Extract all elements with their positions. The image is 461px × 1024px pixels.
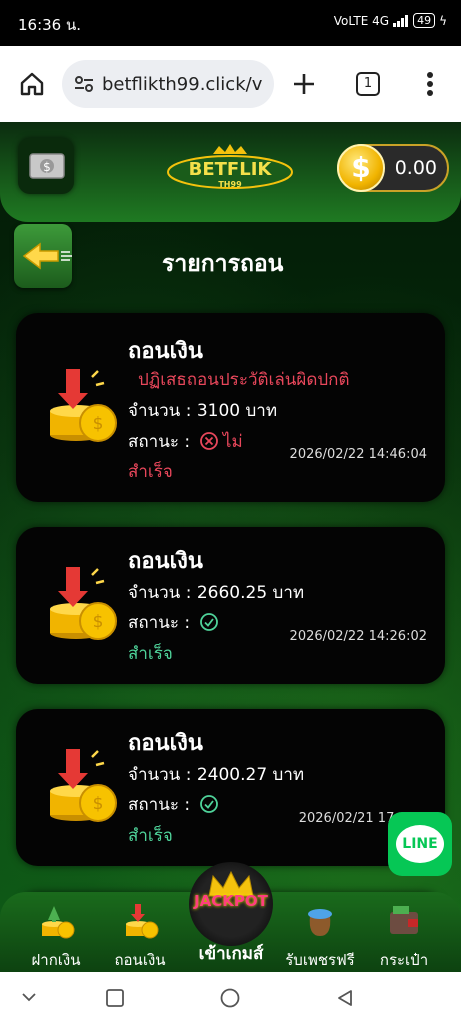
jackpot-text: JACKPOT xyxy=(194,892,268,910)
browser-toolbar: betflikth99.click/v 1 xyxy=(0,46,461,122)
svg-text:TH99: TH99 xyxy=(218,180,242,189)
new-tab-icon[interactable] xyxy=(292,72,316,96)
card-title: ถอนเงิน xyxy=(128,549,203,574)
system-navigation-bar xyxy=(0,972,461,1024)
jackpot-icon: JACKPOT xyxy=(189,862,273,946)
withdraw-coins-icon: $ xyxy=(50,369,117,442)
status-text: สำเร็จ xyxy=(128,644,173,664)
nav-enter-game[interactable]: JACKPOT เข้าเกมส์ xyxy=(186,862,276,972)
withdrawal-card[interactable]: $ ถอนเงิน ปฏิเสธถอนประวัติเล่นผิดปกติ จำ… xyxy=(16,313,445,502)
back-triangle-icon[interactable] xyxy=(336,989,354,1007)
card-title: ถอนเงิน xyxy=(128,731,203,756)
back-button[interactable] xyxy=(14,224,72,288)
status-indicators: VoLTE 4G 49 ϟ xyxy=(334,13,447,28)
nav-wallet[interactable]: กระเป๋า xyxy=(364,896,444,972)
withdraw-coins-icon: $ xyxy=(50,567,117,640)
card-title: ถอนเงิน xyxy=(128,339,203,364)
nav-withdraw-label: ถอนเงิน xyxy=(114,951,166,969)
diamond-bag-icon xyxy=(308,909,332,936)
url-text: betflikth99.click/v xyxy=(102,74,263,95)
withdraw-coins-icon: $ xyxy=(50,749,117,822)
balance-amount: 0.00 xyxy=(394,157,437,179)
home-circle-icon[interactable] xyxy=(220,988,240,1008)
nav-withdraw[interactable]: ถอนเงิน xyxy=(100,896,180,972)
withdraw-date: 2026/02/22 14:46:04 xyxy=(289,447,427,462)
status-label: สถานะ : xyxy=(128,613,191,633)
wallet-icon xyxy=(390,906,418,934)
withdraw-icon xyxy=(126,904,159,939)
nav-deposit[interactable]: ฝากเงิน xyxy=(16,896,96,972)
app-header: $ BETFLIK TH99 $ 0.00 xyxy=(0,122,461,222)
status-time: 16:36 น. xyxy=(18,16,82,34)
back-arrow-icon xyxy=(22,242,72,270)
nav-free-diamond-label: รับเพชรฟรี xyxy=(285,951,355,969)
nav-free-diamond[interactable]: รับเพชรฟรี xyxy=(280,896,360,972)
withdraw-amount: จำนวน : 2400.27 บาท xyxy=(128,765,305,785)
svg-text:$: $ xyxy=(93,794,104,814)
withdrawal-card[interactable]: $ ถอนเงิน จำนวน : 2400.27 บาท สถานะ : สำ… xyxy=(16,709,445,866)
money-icon: $ xyxy=(29,153,65,179)
balance-display[interactable]: $ 0.00 xyxy=(337,144,449,192)
coin-icon: $ xyxy=(337,144,385,192)
more-options-icon[interactable] xyxy=(426,71,434,97)
status-row: สถานะ : xyxy=(128,791,218,818)
status-row: สถานะ : xyxy=(128,609,218,636)
recent-apps-icon[interactable] xyxy=(106,989,124,1007)
address-bar[interactable]: betflikth99.click/v xyxy=(62,60,274,108)
nav-deposit-label: ฝากเงิน xyxy=(31,951,81,969)
tab-count-button[interactable]: 1 xyxy=(356,72,380,96)
bottom-navigation: ฝากเงิน ถอนเงิน JACKPOT เข้าเกมส์ รับเพช… xyxy=(0,862,461,972)
check-circle-icon xyxy=(199,795,218,813)
svg-text:$: $ xyxy=(93,414,104,434)
status-fail-mark: ไม่ xyxy=(222,432,243,452)
reject-reason: ปฏิเสธถอนประวัติเล่นผิดปกติ xyxy=(138,370,350,390)
withdraw-amount: จำนวน : 2660.25 บาท xyxy=(128,583,305,603)
battery-icon: 49 xyxy=(413,13,436,28)
status-text: สำเร็จ xyxy=(128,462,173,482)
withdraw-amount: จำนวน : 3100 บาท xyxy=(128,401,278,421)
check-circle-icon xyxy=(199,613,218,631)
svg-text:$: $ xyxy=(93,612,104,632)
chevron-down-icon[interactable] xyxy=(22,992,36,1002)
signal-icon xyxy=(393,14,409,27)
withdrawal-card[interactable]: $ ถอนเงิน จำนวน : 2660.25 บาท สถานะ : สำ… xyxy=(16,527,445,684)
site-settings-icon[interactable] xyxy=(74,75,94,93)
betflik-logo[interactable]: BETFLIK TH99 xyxy=(165,142,295,192)
withdraw-date: 2026/02/22 14:26:02 xyxy=(289,629,427,644)
status-text: สำเร็จ xyxy=(128,826,173,846)
status-label: สถานะ : xyxy=(128,795,191,815)
home-icon[interactable] xyxy=(19,71,45,97)
line-icon: LINE xyxy=(396,825,444,863)
line-contact-button[interactable]: LINE xyxy=(388,812,452,876)
menu-button[interactable]: $ xyxy=(18,138,74,194)
charging-icon: ϟ xyxy=(439,13,447,28)
page-title: รายการถอน xyxy=(162,251,284,277)
status-bar: 16:36 น. VoLTE 4G 49 ϟ xyxy=(0,0,461,46)
deposit-icon xyxy=(42,906,75,939)
nav-wallet-label: กระเป๋า xyxy=(379,951,429,969)
status-label: สถานะ : xyxy=(128,432,191,452)
svg-text:BETFLIK: BETFLIK xyxy=(189,159,273,180)
network-indicator: VoLTE 4G xyxy=(333,13,390,28)
status-row: สถานะ : ไม่ xyxy=(128,428,243,455)
svg-text:$: $ xyxy=(43,160,51,174)
fail-x-icon xyxy=(199,432,218,450)
